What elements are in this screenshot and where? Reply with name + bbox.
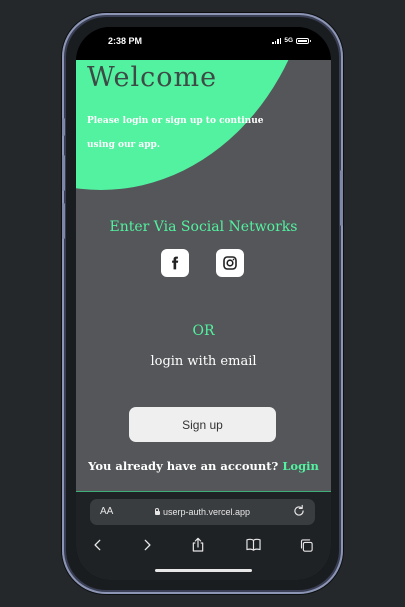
address-bar[interactable]: AA userp-auth.vercel.app [90, 499, 315, 525]
url-display: userp-auth.vercel.app [90, 507, 315, 517]
status-indicators: 5G [272, 37, 311, 44]
tabs-button[interactable] [295, 534, 317, 556]
volume-up-button [62, 155, 65, 191]
status-bar: 2:38 PM 5G [76, 27, 331, 60]
page-title: Welcome [87, 62, 218, 93]
email-login-link[interactable]: login with email [76, 354, 331, 369]
lock-icon [154, 507, 160, 515]
forward-button[interactable] [136, 534, 158, 556]
back-button[interactable] [87, 534, 109, 556]
instagram-icon [223, 256, 237, 270]
account-prompt: You already have an account? Login [76, 459, 331, 473]
account-text: You already have an account? [88, 459, 279, 473]
url-text: userp-auth.vercel.app [162, 507, 251, 517]
status-time: 2:38 PM [108, 36, 143, 46]
phone-screen: 2:38 PM 5G Welcome Please login or sign … [76, 27, 331, 580]
share-icon [192, 537, 204, 552]
dynamic-notch [155, 27, 251, 45]
facebook-icon [172, 256, 179, 270]
bookmarks-icon [245, 538, 261, 551]
instagram-button[interactable] [216, 249, 244, 277]
home-indicator[interactable] [155, 569, 252, 572]
or-divider: OR [192, 323, 215, 339]
signal-icon [272, 37, 282, 44]
battery-icon [296, 37, 311, 44]
intro-text: Please login or sign up to continue usin… [87, 116, 264, 150]
network-label: 5G [284, 37, 293, 44]
social-title: Enter Via Social Networks [109, 219, 298, 235]
action-button [62, 118, 65, 136]
facebook-button[interactable] [161, 249, 189, 277]
tabs-icon [300, 538, 313, 552]
forward-icon [144, 539, 151, 551]
volume-down-button [62, 203, 65, 239]
login-link[interactable]: Login [282, 459, 319, 473]
reload-icon[interactable] [292, 504, 306, 518]
browser-chrome: AA userp-auth.vercel.app [76, 491, 331, 580]
auth-page: Welcome Please login or sign up to conti… [76, 60, 331, 491]
browser-toolbar [76, 534, 331, 556]
signup-button[interactable]: Sign up [129, 407, 276, 442]
back-icon [94, 539, 101, 551]
bookmarks-button[interactable] [242, 534, 264, 556]
power-button [340, 170, 343, 226]
share-button[interactable] [187, 534, 209, 556]
